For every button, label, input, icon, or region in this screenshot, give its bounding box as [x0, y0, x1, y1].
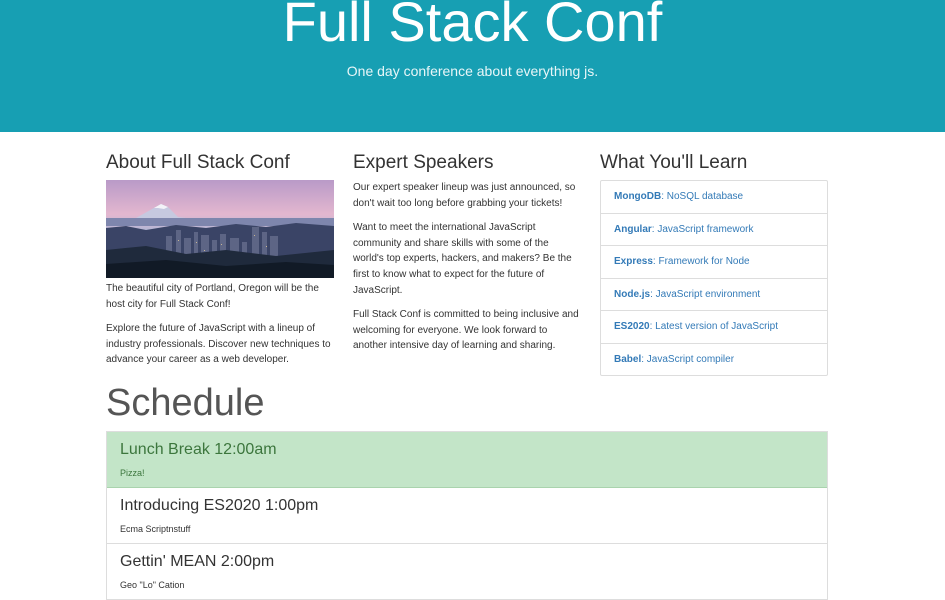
- speakers-paragraph: Our expert speaker lineup was just annou…: [353, 182, 576, 209]
- image-caption: The beautiful city of Portland, Oregon w…: [106, 283, 319, 310]
- topic-desc: : JavaScript compiler: [641, 353, 735, 365]
- topic-name: Node.js: [614, 288, 651, 300]
- about-section: About Full Stack Conf The beautiful city…: [106, 152, 334, 377]
- schedule-item-title: Introducing ES2020 1:00pm: [120, 497, 319, 514]
- speakers-section: Expert Speakers Our expert speaker lineu…: [353, 152, 581, 363]
- speakers-paragraph: Full Stack Conf is committed to being in…: [353, 309, 579, 352]
- schedule-item: Lunch Break 12:00am Pizza!: [107, 432, 827, 488]
- portland-city-image: [106, 180, 334, 278]
- list-item[interactable]: Express: Framework for Node: [601, 246, 827, 279]
- about-paragraph: Explore the future of JavaScript with a …: [106, 323, 331, 366]
- topic-desc: : NoSQL database: [661, 191, 744, 202]
- topic-name: Express: [614, 256, 653, 267]
- schedule-item-title: Gettin' MEAN 2:00pm: [120, 553, 275, 570]
- topic-desc: : JavaScript framework: [651, 223, 754, 235]
- schedule-heading: Schedule: [106, 382, 265, 424]
- page-subtitle: One day conference about everything js.: [346, 63, 599, 79]
- schedule-item: Gettin' MEAN 2:00pm Geo "Lo" Cation: [107, 544, 827, 600]
- list-item[interactable]: Angular: JavaScript framework: [601, 214, 827, 246]
- schedule-item-desc: Geo "Lo" Cation: [120, 580, 185, 590]
- topic-desc: : JavaScript environment: [650, 288, 761, 300]
- schedule-item-desc: Pizza!: [120, 468, 145, 478]
- topic-name: Babel: [614, 353, 642, 365]
- speakers-paragraph: Want to meet the international JavaScrip…: [353, 222, 572, 296]
- hero-banner: Full Stack Conf One day conference about…: [0, 0, 945, 132]
- topic-name: ES2020: [614, 321, 650, 332]
- list-item[interactable]: Babel: JavaScript compiler: [601, 344, 827, 376]
- schedule-item: Introducing ES2020 1:00pm Ecma Scriptnst…: [107, 488, 827, 544]
- learn-list: MongoDB: NoSQL database Angular: JavaScr…: [600, 180, 828, 376]
- page-title: Full Stack Conf: [282, 0, 663, 53]
- topic-desc: : Latest version of JavaScript: [649, 321, 778, 332]
- list-item[interactable]: MongoDB: NoSQL database: [601, 181, 827, 214]
- list-item[interactable]: Node.js: JavaScript environment: [601, 279, 827, 311]
- list-item[interactable]: ES2020: Latest version of JavaScript: [601, 311, 827, 344]
- about-heading: About Full Stack Conf: [106, 152, 290, 173]
- topic-desc: : Framework for Node: [652, 256, 750, 267]
- speakers-heading: Expert Speakers: [353, 152, 494, 173]
- topic-name: Angular: [614, 223, 652, 235]
- learn-section: What You'll Learn MongoDB: NoSQL databas…: [600, 152, 828, 376]
- schedule-list: Lunch Break 12:00am Pizza! Introducing E…: [106, 431, 828, 600]
- schedule-item-title: Lunch Break 12:00am: [120, 441, 277, 458]
- topic-name: MongoDB: [614, 191, 662, 202]
- learn-heading: What You'll Learn: [600, 152, 748, 173]
- schedule-item-desc: Ecma Scriptnstuff: [120, 524, 191, 534]
